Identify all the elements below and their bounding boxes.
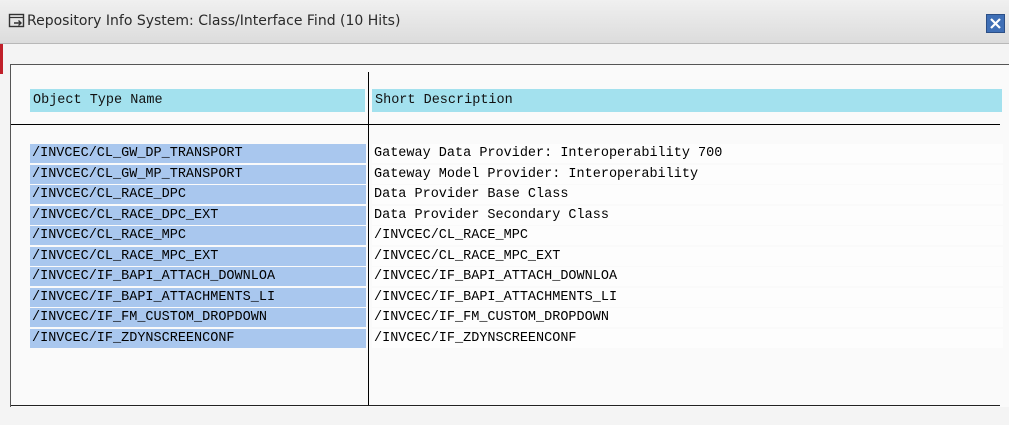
row-object-name[interactable]: /INVCEC/CL_RACE_DPC_EXT: [30, 206, 366, 225]
row-object-name[interactable]: /INVCEC/CL_GW_MP_TRANSPORT: [30, 165, 366, 184]
table-bottom-border: [11, 405, 1000, 406]
row-object-name[interactable]: /INVCEC/CL_RACE_MPC_EXT: [30, 247, 366, 266]
row-object-name[interactable]: /INVCEC/IF_BAPI_ATTACHMENTS_LI: [30, 288, 366, 307]
close-icon: [990, 18, 1001, 29]
row-object-name[interactable]: /INVCEC/IF_ZDYNSCREENCONF: [30, 329, 366, 348]
row-short-description[interactable]: /INVCEC/CL_RACE_MPC: [372, 226, 1003, 245]
dialog-window: Repository Info System: Class/Interface …: [0, 0, 1009, 425]
dialog-title: Repository Info System: Class/Interface …: [27, 13, 401, 29]
row-short-description[interactable]: /INVCEC/IF_BAPI_ATTACHMENTS_LI: [372, 288, 1003, 307]
row-short-description[interactable]: Data Provider Base Class: [372, 185, 1003, 204]
row-object-name[interactable]: /INVCEC/IF_FM_CUSTOM_DROPDOWN: [30, 308, 366, 327]
row-short-description[interactable]: /INVCEC/CL_RACE_MPC_EXT: [372, 247, 1003, 266]
title-bar[interactable]: Repository Info System: Class/Interface …: [0, 0, 1009, 44]
window-edge-accent: [0, 44, 3, 74]
row-short-description[interactable]: /INVCEC/IF_BAPI_ATTACH_DOWNLOA: [372, 267, 1003, 286]
row-short-description[interactable]: /INVCEC/IF_FM_CUSTOM_DROPDOWN: [372, 308, 1003, 327]
column-divider[interactable]: [368, 72, 369, 405]
row-object-name[interactable]: /INVCEC/CL_RACE_DPC: [30, 185, 366, 204]
column-header-short-description[interactable]: Short Description: [372, 89, 1002, 112]
row-object-name[interactable]: /INVCEC/CL_GW_DP_TRANSPORT: [30, 144, 366, 163]
row-short-description[interactable]: Data Provider Secondary Class: [372, 206, 1003, 225]
row-object-name[interactable]: /INVCEC/CL_RACE_MPC: [30, 226, 366, 245]
row-object-name[interactable]: /INVCEC/IF_BAPI_ATTACH_DOWNLOA: [30, 267, 366, 286]
new-window-arrow-icon: [8, 12, 26, 30]
close-button[interactable]: [986, 14, 1005, 33]
header-separator: [11, 124, 1000, 125]
row-short-description[interactable]: Gateway Data Provider: Interoperability …: [372, 144, 1003, 163]
row-short-description[interactable]: Gateway Model Provider: Interoperability: [372, 165, 1003, 184]
column-header-object-type-name[interactable]: Object Type Name: [30, 89, 365, 112]
row-short-description[interactable]: /INVCEC/IF_ZDYNSCREENCONF: [372, 329, 1003, 348]
